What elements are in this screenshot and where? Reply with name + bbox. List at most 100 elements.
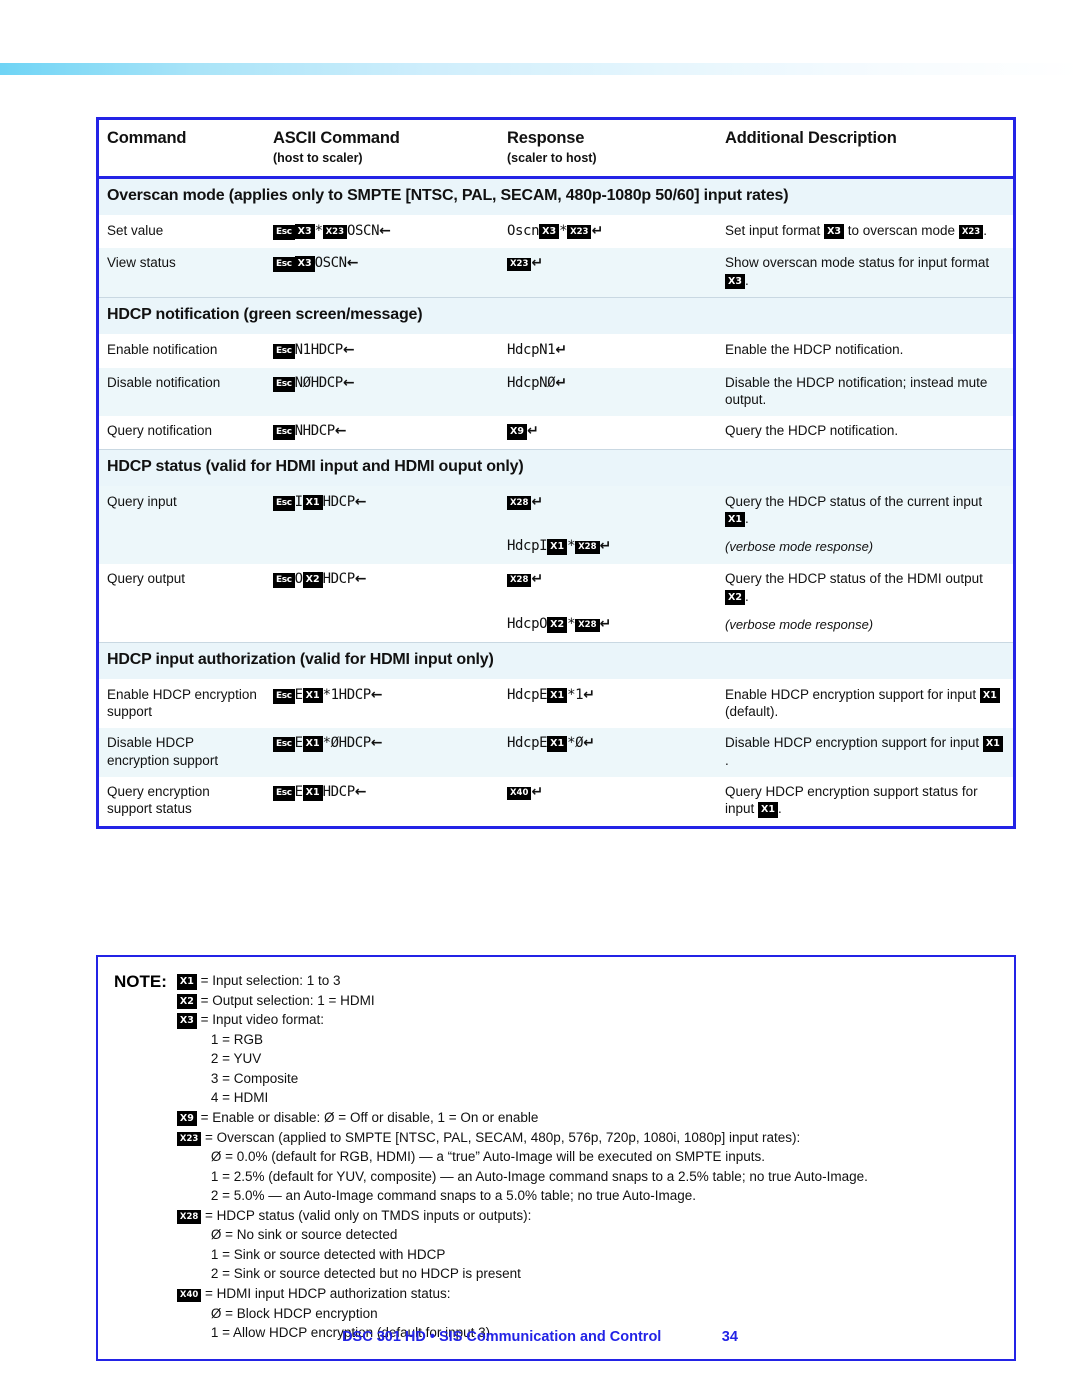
note-entry: 2 = Sink or source detected but no HDCP …	[177, 1264, 998, 1284]
row-response: X40 ↵	[499, 777, 717, 826]
variable-token-x1: X1	[725, 511, 745, 528]
row-response-verbose: HdcpI X1 * X28 ↵	[507, 538, 611, 555]
variable-token-x1: X1	[302, 494, 323, 511]
variable-token-x23: X23	[176, 1132, 202, 1146]
variable-token-x9: X9	[176, 1110, 197, 1127]
row-response: X28 ↵ HdcpO X2 * X28 ↵	[499, 564, 717, 643]
row-command-label: Disable HDCP encryption support	[99, 728, 265, 778]
row-description: Enable the HDCP notification.	[717, 333, 1013, 368]
variable-token-x28: X28	[507, 573, 532, 588]
row-ascii-command: Esc X3 OSCN←	[265, 248, 499, 298]
row-response: Oscn X3 * X23 ↵	[499, 214, 717, 249]
note-entry: X23 = Overscan (applied to SMPTE [NTSC, …	[176, 1128, 998, 1148]
variable-token-x3: X3	[824, 223, 844, 240]
row-response: HdcpN1↵	[499, 333, 717, 368]
variable-token-x28: X28	[575, 540, 600, 555]
note-entry: 2 = 5.0% — an Auto-Image command snaps t…	[177, 1186, 998, 1206]
note-entry-text: = Output selection: 1 = HDMI	[200, 992, 375, 1008]
esc-key-token: Esc	[273, 786, 295, 802]
column-header-additional-description: Additional Description	[717, 120, 1013, 180]
note-entry-text: 4 = HDMI	[210, 1090, 269, 1106]
esc-key-token: Esc	[273, 376, 295, 392]
row-ascii-command: Esc NØHDCP←	[265, 367, 499, 417]
row-ascii-command: Esc E X1 *ØHDCP←	[265, 728, 499, 778]
row-response: HdcpE X1 *1↵	[499, 678, 717, 729]
row-ascii-command: Esc E X1 *1HDCP←	[265, 678, 499, 729]
row-ascii-command: Esc NHDCP←	[265, 416, 499, 450]
table-row: Enable notification Esc N1HDCP← HdcpN1↵ E…	[99, 333, 1013, 368]
variable-token-x2: X2	[725, 589, 745, 606]
row-description: Disable HDCP encryption support for inpu…	[717, 728, 1013, 778]
variable-token-x1: X1	[979, 687, 1000, 704]
table-row: Query output Esc O X2 HDCP← X28 ↵ HdcpO X2 * X2…	[99, 564, 1013, 643]
row-ascii-command: Esc I X1 HDCP←	[265, 485, 499, 565]
table-header-row: Command ASCII Command (host to scaler) R…	[99, 120, 1013, 180]
variable-token-x40: X40	[507, 786, 532, 801]
section-heading-hdcp-status: HDCP status (valid for HDMI input and HD…	[99, 449, 1013, 486]
variable-token-x3: X3	[294, 223, 315, 240]
variable-token-x28: X28	[507, 496, 532, 510]
column-header-title: Additional Description	[725, 129, 897, 147]
row-description-verbose: (verbose mode response)	[725, 539, 874, 555]
section-heading-row: HDCP input authorization (valid for HDMI…	[99, 642, 1013, 679]
note-label: NOTE:	[114, 972, 167, 991]
section-heading-row: Overscan mode (applies only to SMPTE [NT…	[99, 177, 1013, 215]
section-heading-row: HDCP status (valid for HDMI input and HD…	[99, 449, 1013, 486]
note-entry-text: 2 = 5.0% — an Auto-Image command snaps t…	[210, 1188, 697, 1204]
variable-token-x1: X1	[758, 802, 778, 818]
note-entry: X2 = Output selection: 1 = HDMI	[176, 991, 998, 1011]
note-entry: Ø = Block HDCP encryption	[177, 1304, 998, 1324]
note-entry: X9 = Enable or disable: Ø = Off or disab…	[176, 1108, 998, 1128]
row-description: Set input format X3 to overscan mode X23…	[717, 214, 1013, 249]
column-header-title: ASCII Command	[273, 129, 400, 147]
variable-token-x28: X28	[176, 1210, 202, 1224]
row-command-label: Enable HDCP encryption support	[99, 678, 265, 729]
esc-key-token: Esc	[273, 573, 295, 589]
note-entry: 4 = HDMI	[177, 1088, 998, 1108]
esc-key-token: Esc	[273, 737, 295, 753]
note-entry-text: 3 = Composite	[210, 1070, 299, 1086]
table-row: Set value Esc X3 * X23 OSCN← Oscn X3 * X23 ↵ Set…	[99, 214, 1013, 249]
variable-token-x1: X1	[547, 736, 568, 752]
table-row: View status Esc X3 OSCN← X23 ↵ Show oversca…	[99, 248, 1013, 298]
footer-title: DSC 301 HD • SIS Communication and Contr…	[342, 1329, 662, 1345]
esc-key-token: Esc	[273, 343, 295, 359]
column-header-title: Response	[507, 129, 585, 147]
esc-key-token: Esc	[273, 224, 295, 240]
table-row: Query notification Esc NHDCP← X9 ↵ Query t…	[99, 416, 1013, 450]
note-entry-text: Ø = Block HDCP encryption	[210, 1305, 378, 1321]
variable-token-x1: X1	[302, 785, 323, 801]
row-response: X9 ↵	[499, 416, 717, 450]
row-ascii-command: Esc O X2 HDCP←	[265, 564, 499, 643]
row-command-label: Query output	[99, 564, 265, 643]
row-description: Enable HDCP encryption support for input…	[717, 678, 1013, 729]
note-entry: 1 = 2.5% (default for YUV, composite) — …	[177, 1167, 998, 1187]
row-response-verbose: HdcpO X2 * X28 ↵	[507, 616, 611, 633]
column-header-subtitle: (scaler to host)	[507, 151, 597, 166]
note-entry-text: 1 = RGB	[210, 1031, 264, 1047]
variable-token-x3: X3	[539, 223, 560, 240]
esc-key-token: Esc	[273, 688, 295, 704]
variable-token-x1: X1	[302, 736, 323, 752]
note-entry-text: = Overscan (applied to SMPTE [NTSC, PAL,…	[205, 1129, 801, 1145]
variable-token-x2: X2	[176, 993, 197, 1010]
variable-token-x40: X40	[176, 1288, 202, 1302]
row-description-verbose: (verbose mode response)	[725, 617, 874, 633]
note-box: NOTE: X1 = Input selection: 1 to 3 X2 = …	[96, 955, 1016, 1361]
table-row: Query input Esc I X1 HDCP← X28 ↵ HdcpI X1 * X28…	[99, 485, 1013, 565]
note-entry-text: = HDCP status (valid only on TMDS inputs…	[205, 1207, 532, 1223]
row-ascii-command: Esc E X1 HDCP←	[265, 777, 499, 826]
variable-token-x3: X3	[294, 256, 315, 272]
column-header-command: Command	[99, 120, 265, 180]
note-entry-text: = HDMI input HDCP authorization status:	[205, 1286, 451, 1301]
column-header-title: Command	[107, 129, 187, 147]
note-entry-text: 1 = 2.5% (default for YUV, composite) — …	[210, 1168, 868, 1184]
page-footer: DSC 301 HD • SIS Communication and Contr…	[0, 1328, 1080, 1346]
column-header-response: Response (scaler to host)	[499, 120, 717, 180]
row-description: Query the HDCP status of the current inp…	[717, 485, 1013, 565]
row-command-label: Set value	[99, 214, 265, 249]
variable-token-x23: X23	[958, 225, 984, 239]
section-heading-hdcp-notification: HDCP notification (green screen/message)	[99, 297, 1013, 334]
variable-token-x3: X3	[176, 1013, 197, 1029]
sis-command-table: Command ASCII Command (host to scaler) R…	[96, 117, 1016, 829]
